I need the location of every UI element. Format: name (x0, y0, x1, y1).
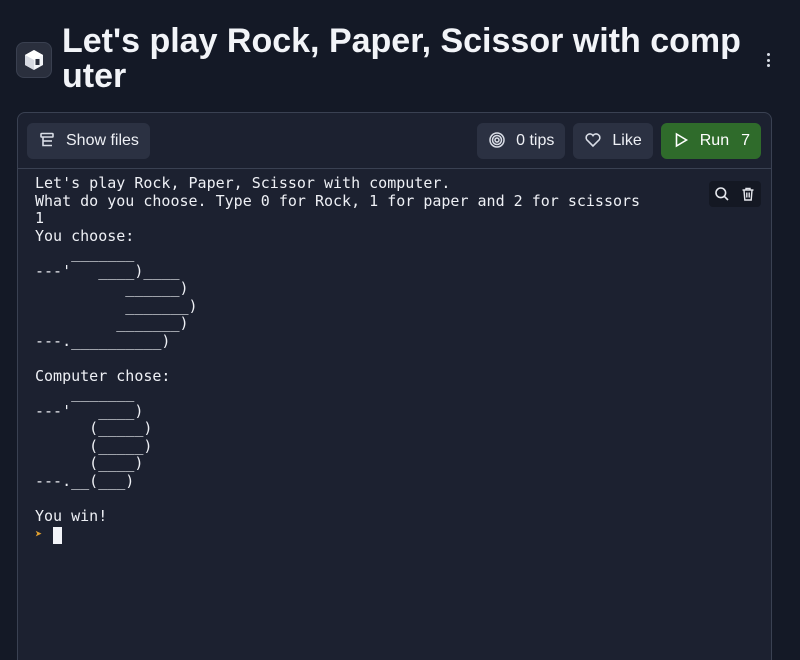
repl-panel: Show files 0 tips Like Run 7 Let's play … (17, 112, 772, 660)
kebab-menu-icon[interactable] (760, 50, 776, 70)
tips-button[interactable]: 0 tips (477, 123, 566, 159)
run-label: Run (699, 132, 730, 149)
search-icon[interactable] (709, 181, 735, 207)
run-button[interactable]: Run 7 (660, 123, 761, 159)
page: Let's play Rock, Paper, Scissor with com… (0, 0, 800, 660)
show-files-button[interactable]: Show files (27, 122, 150, 159)
console-output: Let's play Rock, Paper, Scissor with com… (35, 174, 641, 525)
spiral-icon (488, 131, 508, 151)
console[interactable]: Let's play Rock, Paper, Scissor with com… (18, 169, 771, 545)
like-button[interactable]: Like (573, 123, 653, 159)
prompt-arrow-icon: ➤ (35, 527, 43, 542)
toolbar: Show files 0 tips Like Run 7 (18, 113, 771, 169)
text-cursor (53, 526, 62, 544)
trash-icon[interactable] (735, 181, 761, 207)
heart-icon (584, 131, 604, 151)
header: Let's play Rock, Paper, Scissor with com… (16, 24, 784, 100)
run-count: 7 (741, 132, 750, 149)
like-label: Like (612, 132, 642, 149)
tips-label: 0 tips (516, 132, 555, 149)
console-tools (709, 181, 761, 207)
bun-logo-icon[interactable] (16, 42, 52, 78)
page-title: Let's play Rock, Paper, Scissor with com… (62, 22, 741, 95)
play-icon (672, 131, 692, 151)
show-files-label: Show files (66, 131, 139, 149)
files-icon (38, 131, 58, 151)
toolbar-actions: 0 tips Like Run 7 (477, 123, 761, 159)
prompt-line[interactable]: ➤ (35, 525, 771, 545)
